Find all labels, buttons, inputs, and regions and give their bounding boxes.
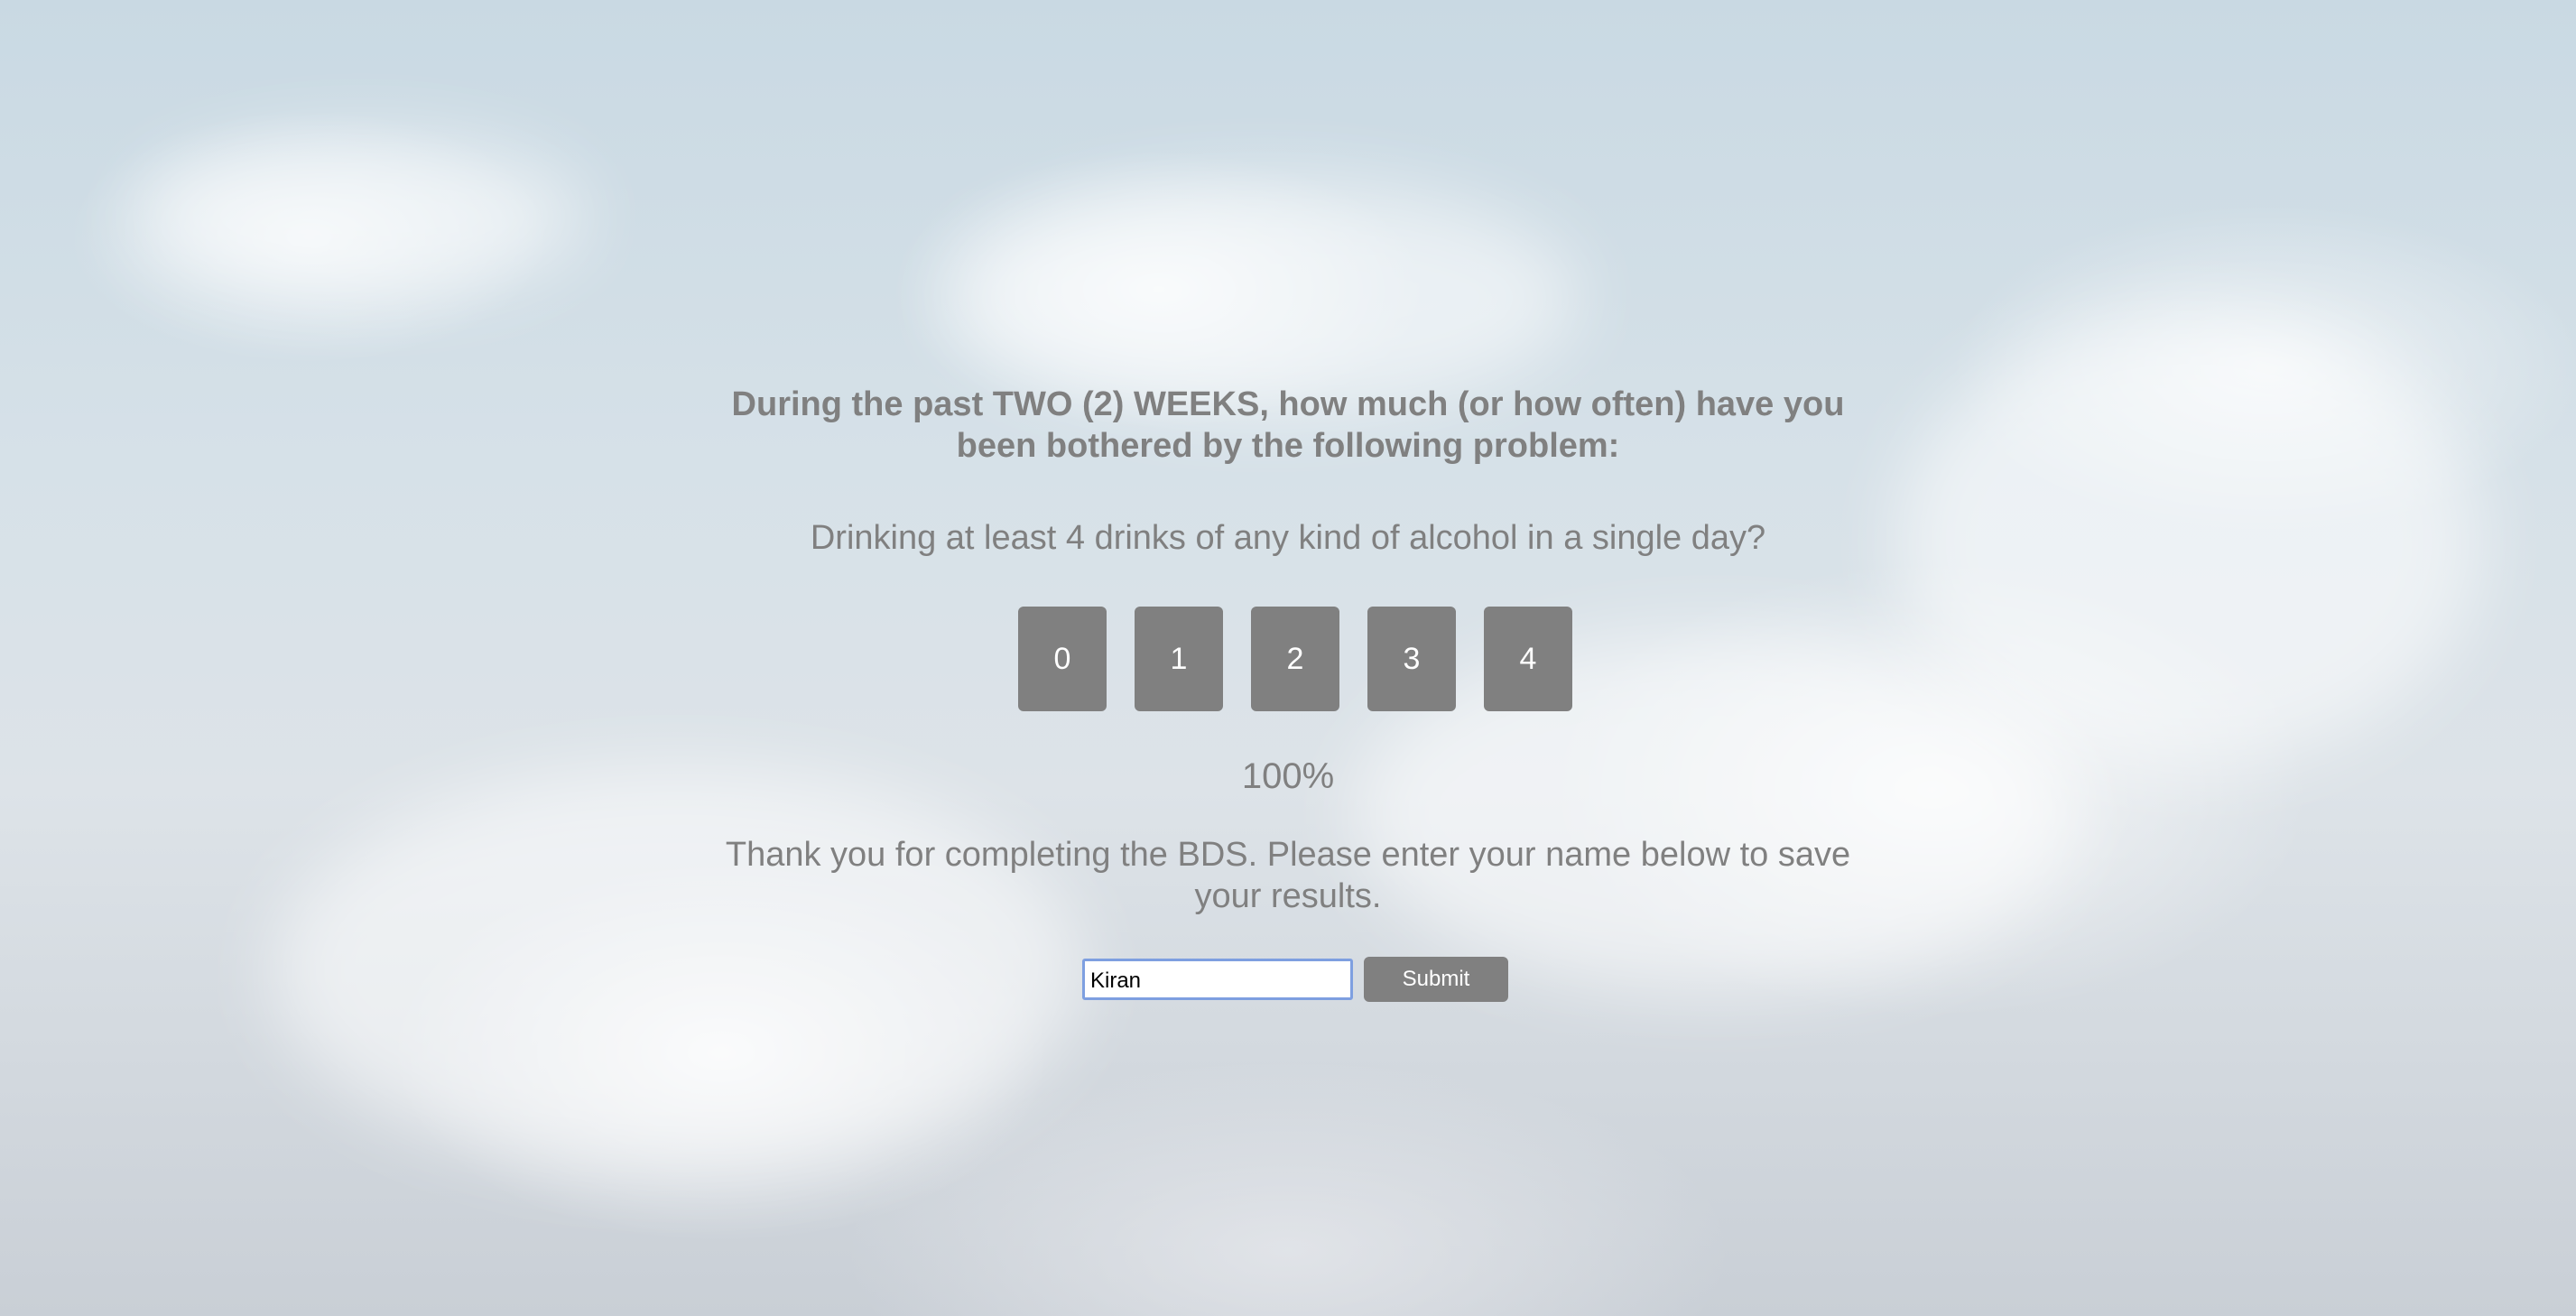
survey-page: During the past TWO (2) WEEKS, how much …: [0, 0, 2576, 1316]
progress-text: 100%: [1241, 756, 1335, 796]
option-1-button[interactable]: 1: [1135, 607, 1223, 711]
option-2-button[interactable]: 2: [1251, 607, 1339, 711]
option-4-button[interactable]: 4: [1484, 607, 1572, 711]
save-results-form: Submit: [1082, 957, 1508, 1002]
question-text: Drinking at least 4 drinks of any kind o…: [810, 519, 1766, 557]
submit-button[interactable]: Submit: [1364, 957, 1508, 1002]
completion-message: Thank you for completing the BDS. Please…: [725, 836, 1851, 915]
name-input[interactable]: [1082, 959, 1353, 1000]
option-0-button[interactable]: 0: [1018, 607, 1107, 711]
question-heading: During the past TWO (2) WEEKS, how much …: [731, 385, 1845, 465]
answer-options: 0 1 2 3 4: [1018, 607, 1572, 711]
option-3-button[interactable]: 3: [1367, 607, 1456, 711]
